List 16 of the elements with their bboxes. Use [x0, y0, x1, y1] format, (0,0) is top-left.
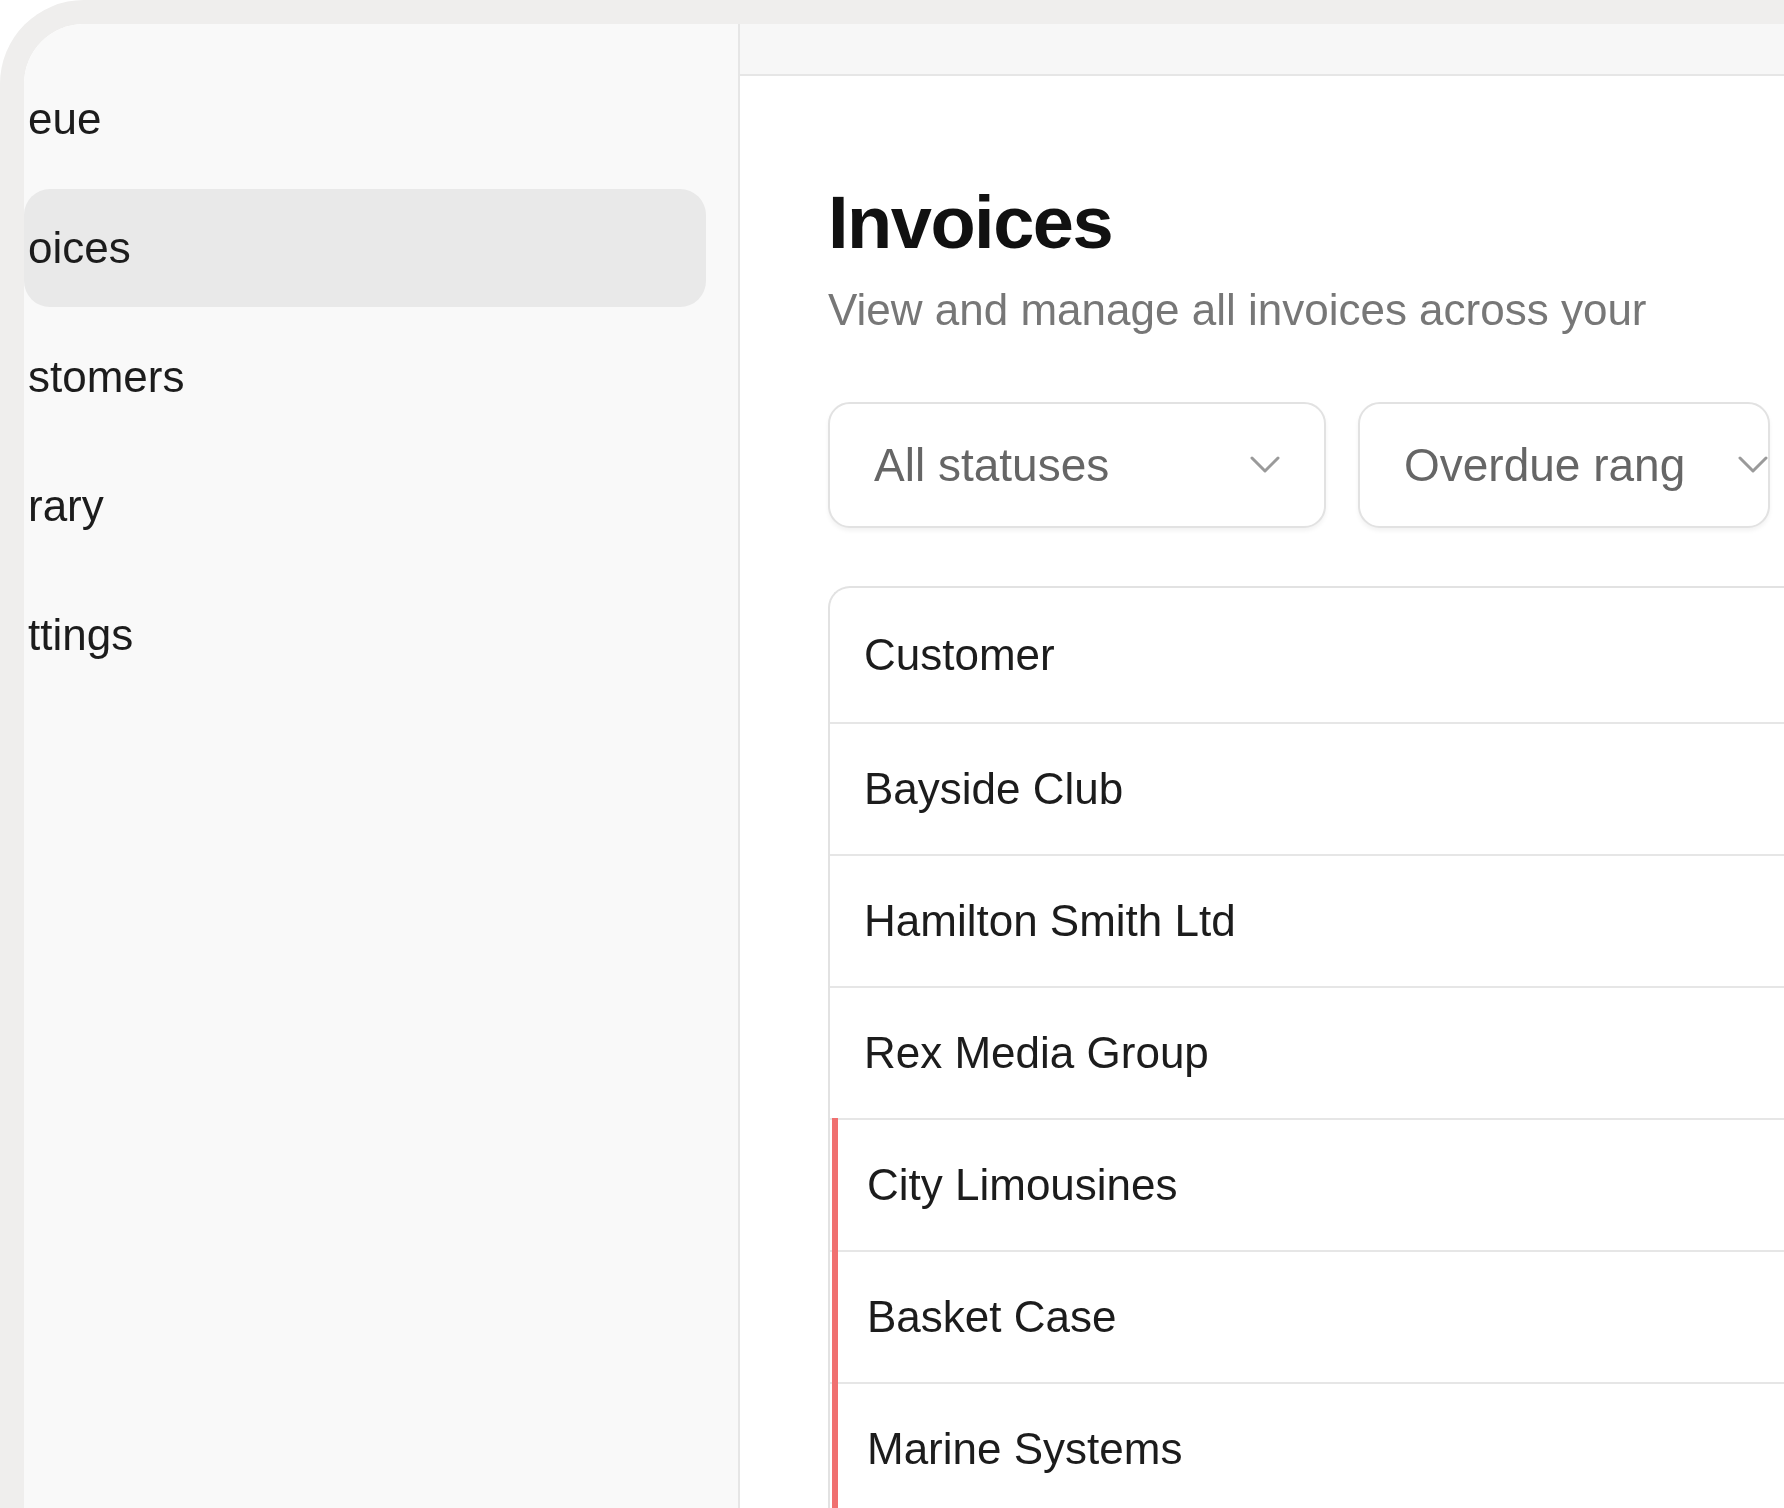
range-dropdown[interactable]: Overdue rang — [1358, 402, 1770, 528]
sidebar-item[interactable]: oices — [24, 189, 706, 307]
sidebar-item[interactable]: rary — [24, 447, 706, 565]
sidebar-item[interactable]: stomers — [24, 318, 706, 436]
table-cell: Rex Media Group — [864, 1028, 1209, 1078]
sidebar-item[interactable]: eue — [24, 60, 706, 178]
column-header: Customer — [864, 630, 1055, 680]
page-subtitle: View and manage all invoices across your — [828, 284, 1648, 336]
status-dropdown[interactable]: All statuses — [828, 402, 1326, 528]
table-cell: Basket Case — [867, 1292, 1117, 1342]
sidebar-item[interactable]: ttings — [24, 576, 706, 694]
table-cell: Hamilton Smith Ltd — [864, 896, 1236, 946]
table-cell: City Limousines — [867, 1160, 1178, 1210]
table-cell: Marine Systems — [867, 1424, 1183, 1474]
table-cell: Bayside Club — [864, 764, 1124, 814]
page-title: Invoices — [828, 180, 1114, 266]
